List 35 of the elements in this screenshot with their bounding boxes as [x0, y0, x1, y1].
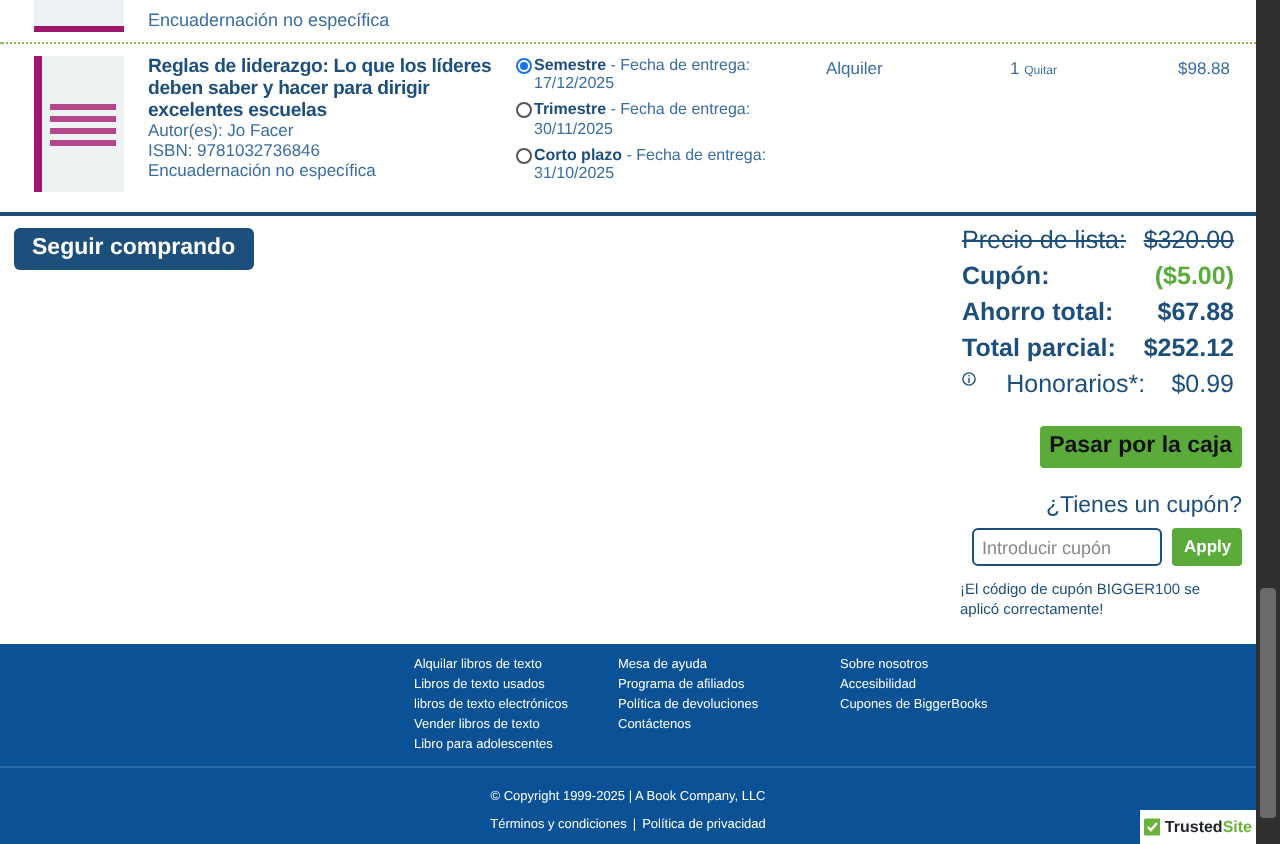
summary-label: Precio de lista: [962, 224, 1126, 258]
summary-value: $320.00 [1143, 224, 1234, 258]
quantity-text: 1 [1010, 58, 1020, 78]
rental-option-label[interactable]: Trimestre - Fecha de entrega: 30/11/2025 [534, 100, 751, 138]
radio-button[interactable] [516, 102, 532, 119]
summary-label: Total parcial: [962, 332, 1116, 366]
summary-label: Cupón: [962, 260, 1050, 294]
continue-shopping-button[interactable]: Seguir comprando [14, 228, 254, 270]
coupon-input-field[interactable]: Introducir cupón [972, 528, 1162, 567]
book-cover-placeholder [34, 56, 124, 192]
trust-badge[interactable]: TrustedSite [1140, 810, 1256, 844]
scrollbar[interactable] [1256, 0, 1280, 844]
binding-text: Encuadernación no específica [148, 12, 390, 34]
checkout-button[interactable]: Pasar por la caja [1039, 426, 1242, 468]
summary-value: $0.99 [1171, 368, 1234, 402]
binding-text: Encuadernación no específica [148, 161, 378, 181]
scrollbar-thumb[interactable] [1260, 588, 1276, 818]
rental-type-text: Alquiler [826, 56, 885, 82]
summary-label: Honorarios*: [1006, 368, 1146, 402]
isbn-text: ISBN: 9781032736846 [148, 141, 323, 162]
info-icon[interactable] [962, 372, 976, 386]
book-title[interactable]: Reglas de liderazgo: Lo que los líderes deben saber y hacer para dirigir excelentes escuelas [148, 56, 516, 123]
summary-value: ($5.00) [1154, 260, 1234, 294]
radio-button[interactable] [516, 58, 532, 74]
rental-option-label[interactable]: Corto plazo - Fecha de entrega: 31/10/2025 [534, 145, 767, 183]
checkmark-icon [1144, 816, 1161, 838]
coupon-heading: ¿Tienes un cupón? [1045, 492, 1242, 522]
summary-label: Ahorro total: [962, 296, 1114, 330]
book-cover-placeholder [34, 0, 124, 32]
author-text: Autor(es): Jo Facer [148, 122, 296, 142]
radio-button[interactable] [516, 147, 532, 164]
rental-option-label[interactable]: Semestre - Fecha de entrega: 17/12/2025 [534, 56, 751, 93]
summary-value: $252.12 [1143, 332, 1234, 366]
summary-value: $67.88 [1157, 296, 1234, 330]
price-text: $98.88 [1176, 56, 1230, 82]
